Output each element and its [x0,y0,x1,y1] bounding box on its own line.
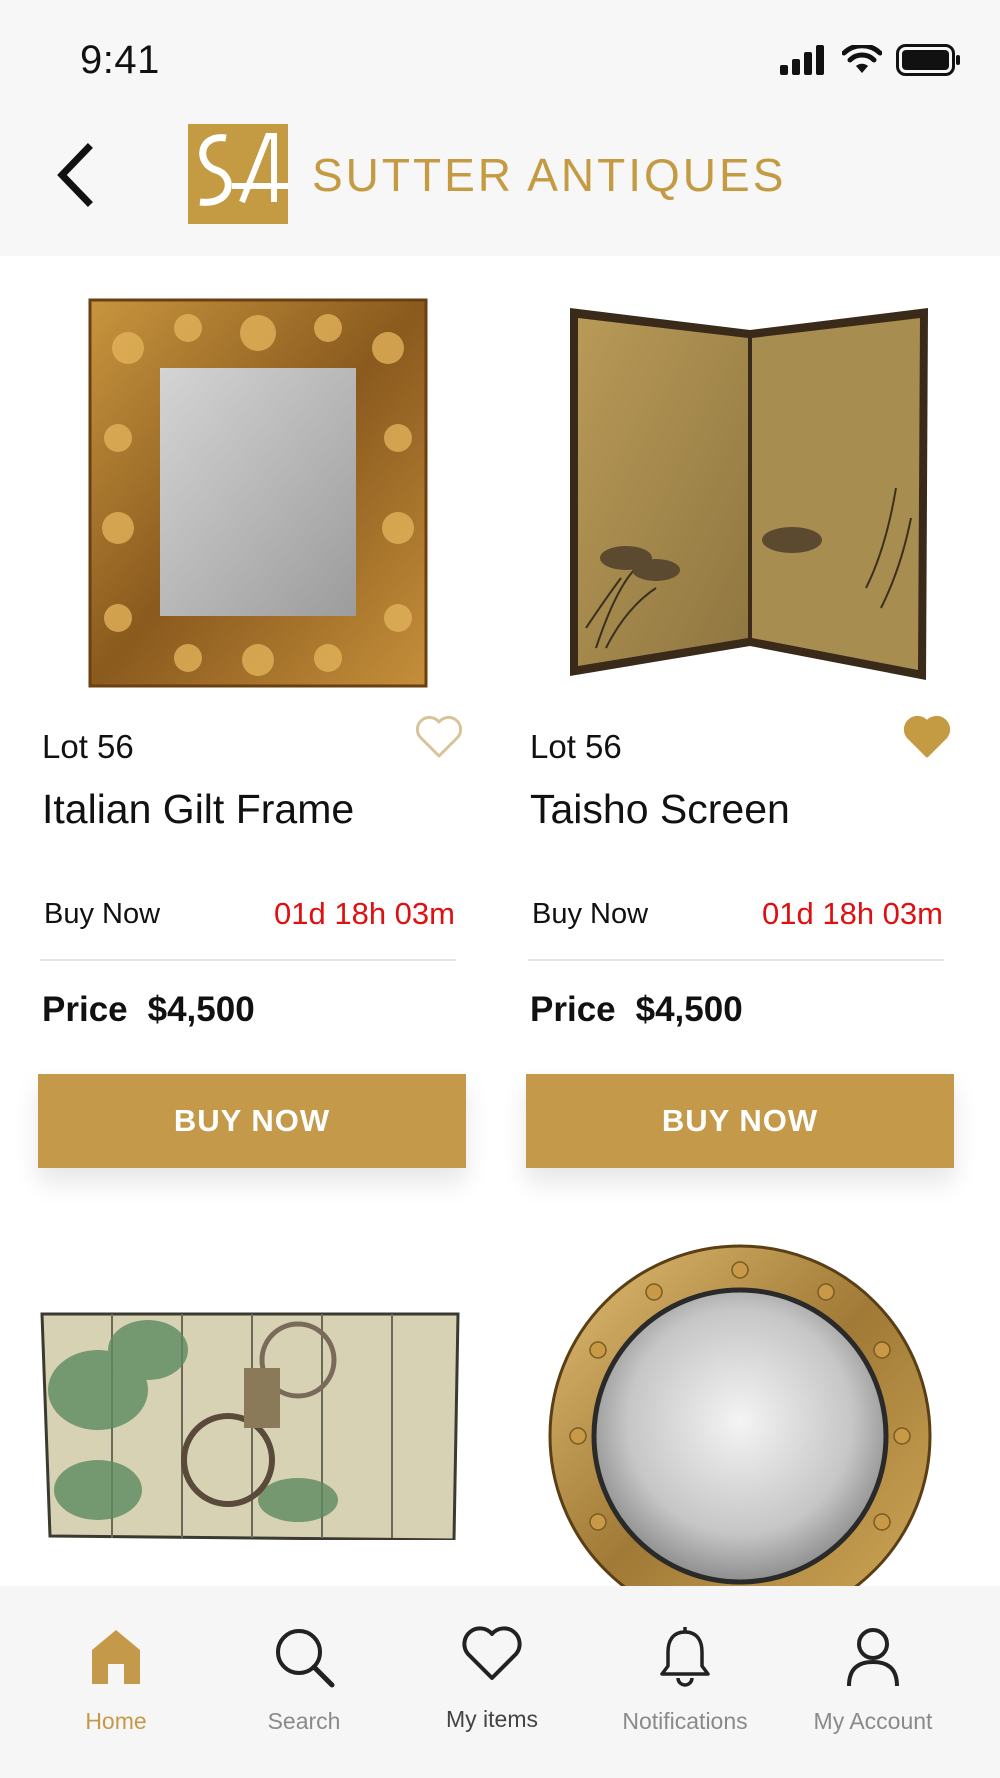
product-name[interactable]: Italian Gilt Frame [42,786,354,833]
countdown-timer: 01d 18h 03m [274,896,455,931]
sale-type-label: Buy Now [44,898,161,930]
product-image-taisho-screen[interactable] [526,288,996,708]
divider [528,959,944,961]
nav-label-home: Home [85,1708,147,1734]
nav-home[interactable]: Home [21,1586,211,1778]
heart-icon [462,1626,522,1680]
nav-label-my-account: My Account [813,1708,933,1734]
divider [40,959,456,961]
countdown-timer: 01d 18h 03m [762,896,943,931]
wifi-icon [842,45,882,73]
product-image-gilt-frame[interactable] [38,288,508,708]
price: Price $4,500 [42,990,275,1030]
user-icon [847,1628,899,1687]
bottom-navigation: Home Search My items Notifications My Ac… [0,1586,1000,1778]
price-label: Price [530,990,616,1029]
buy-now-button[interactable]: BUY NOW [526,1074,954,1168]
favorite-heart-icon[interactable] [414,714,464,760]
back-chevron-icon[interactable] [52,140,100,210]
product-name[interactable]: Taisho Screen [530,786,790,833]
favorite-heart-filled-icon[interactable] [902,714,952,760]
brand-name: SUTTER ANTIQUES [312,149,787,201]
product-image-convex-mirror[interactable] [526,1240,956,1586]
price-label: Price [42,990,128,1029]
signal-icon [780,45,824,75]
product-image-folding-screen[interactable] [38,1240,468,1540]
status-icons [780,44,962,76]
nav-notifications[interactable]: Notifications [590,1586,780,1778]
price-value: $4,500 [147,990,255,1029]
home-icon [92,1630,140,1684]
buy-now-button[interactable]: BUY NOW [38,1074,466,1168]
nav-my-items[interactable]: My items [397,1586,587,1778]
nav-search[interactable]: Search [209,1586,399,1778]
sale-type-label: Buy Now [532,898,649,930]
battery-icon [896,44,960,76]
search-icon [276,1629,335,1688]
price: Price $4,500 [530,990,763,1030]
product-card[interactable] [526,1240,996,1586]
logo-icon [188,124,288,224]
price-value: $4,500 [635,990,743,1029]
product-card[interactable] [38,1240,508,1586]
nav-label-notifications: Notifications [622,1708,748,1734]
status-time: 9:41 [80,38,160,82]
bell-icon [660,1627,710,1687]
lot-number: Lot 56 [42,728,134,765]
product-card[interactable]: Lot 56 Italian Gilt Frame Buy Now 01d 18… [38,288,508,1170]
nav-label-my-items: My items [446,1706,538,1732]
product-card[interactable]: Lot 56 Taisho Screen Buy Now 01d 18h 03m… [526,288,996,1170]
lot-number: Lot 56 [530,728,622,765]
nav-label-search: Search [267,1708,341,1734]
top-bar: 9:41 SUTTER ANTIQUES [0,0,1000,256]
nav-my-account[interactable]: My Account [778,1586,968,1778]
